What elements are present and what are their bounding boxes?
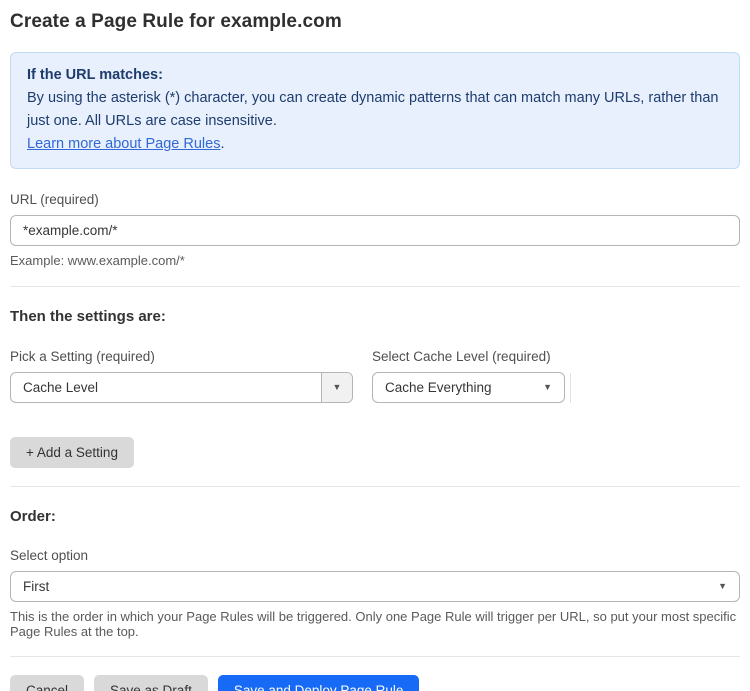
url-match-info-box: If the URL matches: By using the asteris… [10,52,740,169]
cache-level-select[interactable]: Cache Everything ▼ [372,372,565,403]
footer-divider [10,656,740,657]
order-section-heading: Order: [10,508,56,525]
dropdown-arrow-icon: ▼ [543,382,552,392]
dropdown-arrow-icon: ▼ [718,581,727,591]
setting-row-divider [570,372,571,403]
create-page-rule-form: Create a Page Rule for example.com If th… [0,0,750,691]
url-field-label: URL (required) [10,192,99,207]
settings-dropdown-row: Cache Level ▼ Cache Everything ▼ [10,372,740,403]
section-divider [10,486,740,487]
order-select-label: Select option [10,548,89,563]
setting-select[interactable]: Cache Level ▼ [10,372,353,403]
info-box-heading: If the URL matches: [27,67,163,83]
footer-button-row: Cancel Save as Draft Save and Deploy Pag… [10,675,740,691]
save-deploy-button[interactable]: Save and Deploy Page Rule [217,675,420,691]
link-suffix: . [220,136,225,152]
order-select[interactable]: First ▼ [10,571,740,602]
order-select-value: First [23,579,50,594]
info-box-body: By using the asterisk (*) character, you… [27,90,719,129]
learn-more-link[interactable]: Learn more about Page Rules [27,136,220,152]
cancel-button[interactable]: Cancel [10,675,85,691]
pick-setting-label: Pick a Setting (required) [10,349,155,364]
setting-select-value: Cache Level [23,380,99,395]
settings-labels-row: Pick a Setting (required) Select Cache L… [10,349,740,364]
cache-level-select-value: Cache Everything [385,380,492,395]
info-box-link-line: Learn more about Page Rules. [27,133,723,156]
save-draft-button[interactable]: Save as Draft [94,675,208,691]
url-example-helper: Example: www.example.com/* [10,253,185,268]
section-divider [10,286,740,287]
order-helper-text: This is the order in which your Page Rul… [10,609,737,639]
settings-section-heading: Then the settings are: [10,308,166,325]
dropdown-arrow-icon: ▼ [332,382,342,392]
add-setting-button[interactable]: + Add a Setting [10,437,134,468]
cache-level-label: Select Cache Level (required) [372,349,551,364]
page-title: Create a Page Rule for example.com [10,11,342,32]
setting-select-arrow-button[interactable]: ▼ [321,373,352,402]
url-input[interactable] [10,215,740,246]
